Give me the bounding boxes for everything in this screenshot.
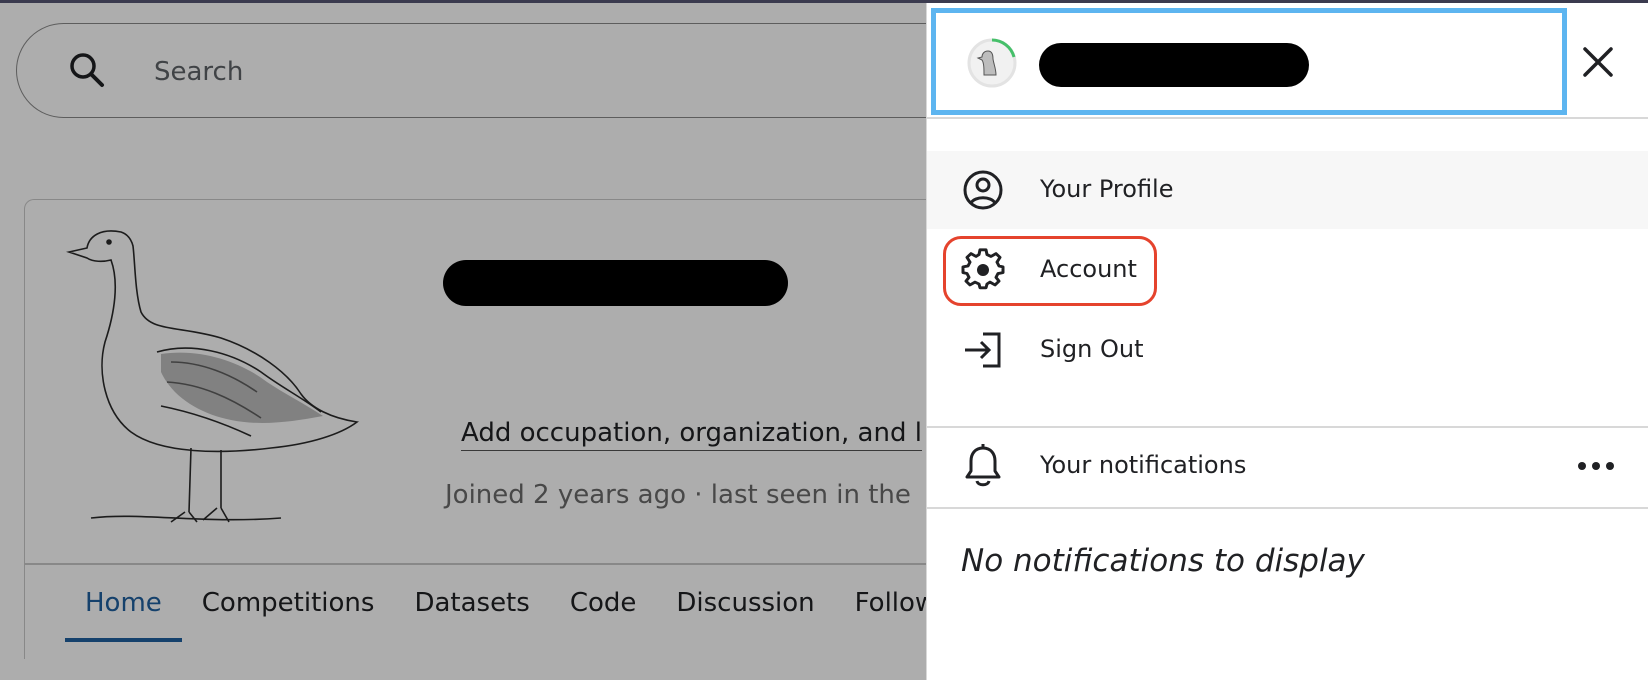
sign-out-icon xyxy=(965,332,1001,368)
notifications-title: Your notifications xyxy=(1040,451,1247,479)
account-drawer: Your Profile Account Sign Out Your notif… xyxy=(926,3,1648,680)
menu-label-your-profile: Your Profile xyxy=(1040,175,1174,203)
menu-item-your-profile[interactable]: Your Profile xyxy=(927,151,1648,229)
menu-item-account[interactable]: Account xyxy=(927,231,1648,309)
notifications-divider-bottom xyxy=(927,507,1648,509)
user-avatar xyxy=(967,38,1017,88)
notifications-header: Your notifications xyxy=(927,429,1648,505)
menu-label-account: Account xyxy=(1040,255,1137,283)
notifications-divider-top xyxy=(927,426,1648,428)
empty-notifications-message: No notifications to display xyxy=(961,543,1365,579)
more-options-icon[interactable] xyxy=(1573,451,1619,481)
username-redacted xyxy=(1039,43,1309,87)
close-icon[interactable] xyxy=(1573,37,1623,87)
user-circle-icon xyxy=(963,170,1003,210)
menu-item-sign-out[interactable]: Sign Out xyxy=(927,311,1648,389)
header-divider xyxy=(927,117,1648,119)
bell-icon xyxy=(965,444,1001,487)
gear-icon xyxy=(961,248,1005,290)
menu-label-sign-out: Sign Out xyxy=(1040,335,1144,363)
drawer-user-header[interactable] xyxy=(931,8,1567,115)
